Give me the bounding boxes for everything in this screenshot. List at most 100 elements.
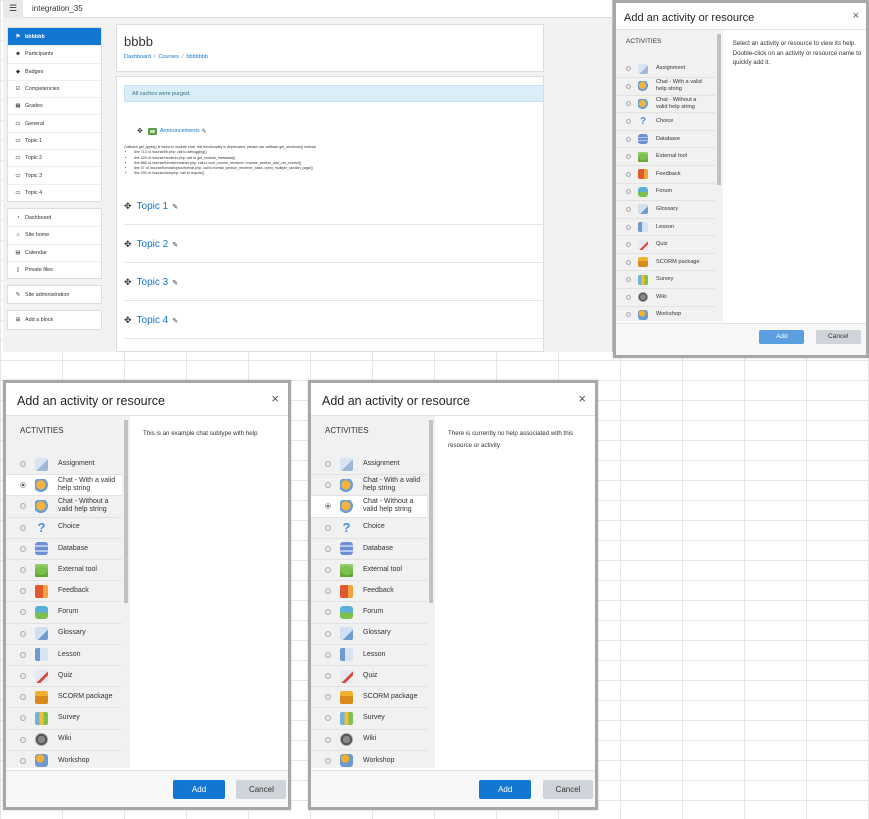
activity-option[interactable]: Workshop: [616, 307, 715, 321]
site-name[interactable]: integration_35: [32, 4, 83, 13]
activity-radio[interactable]: [20, 503, 26, 510]
activity-radio[interactable]: [325, 609, 331, 616]
activity-radio[interactable]: [325, 482, 331, 489]
section-title[interactable]: Topic 1: [137, 201, 169, 212]
nav-item-grades[interactable]: ▦ Grades: [8, 97, 101, 114]
activity-option[interactable]: Wiki: [6, 730, 122, 751]
edit-pencil-icon[interactable]: ✎: [172, 317, 178, 325]
activity-option[interactable]: Lesson: [6, 645, 122, 666]
activity-radio[interactable]: [20, 588, 26, 595]
add-button[interactable]: Add: [173, 780, 226, 799]
activity-radio[interactable]: [20, 609, 26, 616]
nav-item-topic-4[interactable]: ▭ Topic 4: [8, 183, 101, 201]
activity-radio[interactable]: [325, 503, 331, 510]
activity-option[interactable]: Glossary: [6, 624, 122, 645]
scrollbar-thumb[interactable]: [124, 420, 128, 604]
activity-option[interactable]: ? Choice: [616, 113, 715, 131]
move-icon[interactable]: ✥: [124, 315, 132, 326]
scrollbar-thumb[interactable]: [429, 420, 433, 604]
activity-radio[interactable]: [20, 545, 26, 552]
activity-option[interactable]: Database: [6, 539, 122, 560]
add-button[interactable]: Add: [759, 329, 805, 344]
activity-radio[interactable]: [626, 312, 631, 318]
nav-item-add-a-block[interactable]: ⊞ Add a block: [8, 311, 101, 328]
activity-option[interactable]: Survey: [311, 708, 427, 730]
section-title[interactable]: Topic 2: [137, 239, 169, 250]
activity-option[interactable]: Chat - With a valid help string: [6, 475, 122, 497]
activity-option[interactable]: Survey: [6, 708, 122, 730]
activity-option[interactable]: External tool: [616, 148, 715, 166]
activity-option[interactable]: Quiz: [311, 666, 427, 688]
cancel-button[interactable]: Cancel: [543, 780, 593, 799]
hamburger-icon[interactable]: ☰: [3, 0, 23, 18]
activity-radio[interactable]: [626, 136, 631, 142]
breadcrumb-courses[interactable]: Courses: [158, 54, 178, 60]
activity-option[interactable]: Feedback: [6, 581, 122, 603]
activity-list-scrollbar[interactable]: [428, 416, 434, 768]
nav-item-calendar[interactable]: ▤ Calendar: [8, 243, 101, 261]
activity-radio[interactable]: [626, 224, 631, 230]
activity-radio[interactable]: [325, 736, 331, 743]
activity-option[interactable]: Feedback: [616, 166, 715, 184]
activity-radio[interactable]: [325, 673, 331, 680]
cancel-button[interactable]: Cancel: [815, 329, 861, 344]
activity-option[interactable]: External tool: [311, 560, 427, 582]
activity-option[interactable]: Workshop: [6, 751, 122, 768]
activity-option[interactable]: Lesson: [616, 219, 715, 237]
activity-radio[interactable]: [20, 651, 26, 658]
activity-radio[interactable]: [626, 118, 631, 124]
nav-item-bbbbbb[interactable]: ⚑ bbbbbb: [8, 28, 101, 46]
activity-list[interactable]: ACTIVITIES Assignment Chat - With a valid …: [616, 30, 723, 321]
nav-item-private-files[interactable]: ▯ Private files: [8, 260, 101, 278]
breadcrumb-dashboard[interactable]: Dashboard: [124, 54, 151, 60]
nav-item-general[interactable]: ▭ General: [8, 114, 101, 131]
activity-option[interactable]: SCORM package: [6, 687, 122, 709]
activity-option[interactable]: Assignment: [6, 454, 122, 476]
activity-list-scrollbar[interactable]: [123, 416, 129, 768]
nav-item-site-home[interactable]: ⌂ Site home: [8, 226, 101, 243]
activity-radio[interactable]: [20, 461, 26, 468]
activity-radio[interactable]: [325, 651, 331, 658]
activity-radio[interactable]: [626, 294, 631, 300]
activity-radio[interactable]: [325, 715, 331, 722]
nav-item-badges[interactable]: ◆ Badges: [8, 62, 101, 80]
activity-radio[interactable]: [325, 461, 331, 468]
close-icon[interactable]: ×: [578, 391, 586, 406]
activity-option[interactable]: Survey: [616, 272, 715, 290]
activity-option[interactable]: Wiki: [311, 730, 427, 751]
edit-pencil-icon[interactable]: ✎: [172, 203, 178, 211]
activity-list[interactable]: ACTIVITIES Assignment Chat - With a valid …: [311, 416, 435, 768]
nav-item-participants[interactable]: ☻ Participants: [8, 45, 101, 62]
breadcrumb-course[interactable]: bbbbbbb: [186, 54, 207, 60]
activity-radio[interactable]: [325, 545, 331, 552]
activity-radio[interactable]: [20, 567, 26, 574]
nav-item-site-administration[interactable]: ✎ Site administration: [8, 286, 101, 303]
activity-option[interactable]: Chat - Without a valid help string: [616, 96, 715, 114]
activity-option[interactable]: Chat - With a valid help string: [311, 475, 427, 497]
activity-radio[interactable]: [20, 673, 26, 680]
activity-option[interactable]: Wiki: [616, 289, 715, 307]
activity-option[interactable]: Assignment: [616, 60, 715, 78]
activity-option[interactable]: Chat - Without a valid help string: [6, 496, 122, 518]
edit-pencil-icon[interactable]: ✎: [172, 241, 178, 249]
activity-option[interactable]: Workshop: [311, 751, 427, 768]
activity-radio[interactable]: [20, 524, 26, 531]
activity-radio[interactable]: [325, 588, 331, 595]
activity-option[interactable]: External tool: [6, 560, 122, 582]
activity-radio[interactable]: [20, 694, 26, 701]
activity-option[interactable]: Forum: [6, 602, 122, 624]
activity-option[interactable]: Quiz: [6, 666, 122, 688]
activity-option[interactable]: Lesson: [311, 645, 427, 666]
edit-pencil-icon[interactable]: ✎: [202, 128, 207, 135]
activity-radio[interactable]: [626, 83, 631, 89]
activity-radio[interactable]: [325, 757, 331, 764]
activity-radio[interactable]: [626, 66, 631, 72]
activity-radio[interactable]: [626, 189, 631, 195]
activity-option[interactable]: Feedback: [311, 581, 427, 603]
activity-radio[interactable]: [20, 715, 26, 722]
nav-item-competencies[interactable]: ☑ Competencies: [8, 79, 101, 97]
add-button[interactable]: Add: [479, 780, 532, 799]
activity-radio[interactable]: [626, 277, 631, 283]
activity-option[interactable]: Forum: [616, 184, 715, 202]
activity-radio[interactable]: [20, 757, 26, 764]
